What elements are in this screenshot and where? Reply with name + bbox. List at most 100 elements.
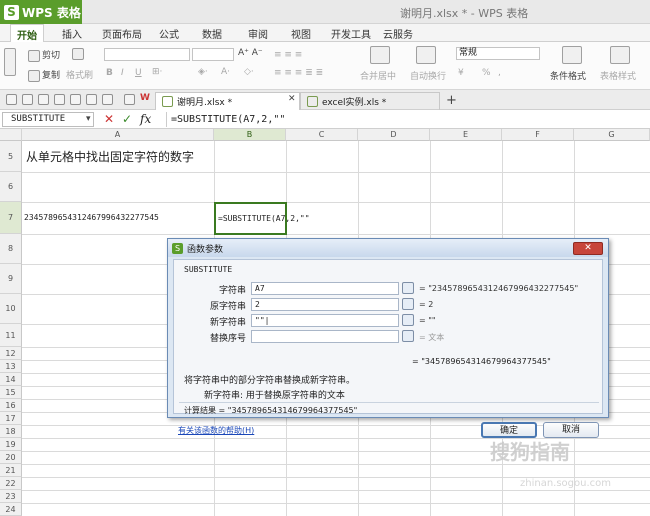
undo-icon[interactable]	[86, 94, 97, 105]
column-header[interactable]: G	[574, 129, 650, 141]
row-header[interactable]: 16	[0, 399, 22, 412]
conditional-format-button[interactable]: 条件格式	[550, 69, 586, 82]
tab-document-active[interactable]: 谢明月.xlsx *	[155, 92, 300, 110]
insert-function-button[interactable]: fx	[140, 112, 151, 126]
tab-home[interactable]: 开始	[10, 24, 44, 43]
row-header[interactable]: 11	[0, 324, 22, 347]
row-header[interactable]: 24	[0, 503, 22, 516]
range-picker-icon[interactable]	[402, 314, 414, 326]
column-header[interactable]: A	[22, 129, 214, 141]
name-box-dropdown-icon[interactable]: ▾	[86, 114, 91, 124]
cell-a5[interactable]: 从单元格中找出固定字符的数字	[26, 148, 194, 165]
function-help-link[interactable]: 有关该函数的帮助(H)	[178, 425, 254, 436]
font-family-select[interactable]	[104, 48, 190, 61]
formula-input[interactable]: =SUBSTITUTE(A7,2,""	[166, 112, 646, 127]
increase-font-icon[interactable]: A⁺ A⁻	[238, 48, 263, 58]
column-header[interactable]: F	[502, 129, 574, 141]
underline-button[interactable]: U	[135, 68, 142, 78]
tab-developer[interactable]: 开发工具	[331, 26, 371, 41]
row-header[interactable]: 18	[0, 425, 22, 438]
align-top-icon[interactable]: ≡ ≡ ≡	[274, 50, 302, 60]
row-header[interactable]: 5	[0, 141, 22, 172]
clear-format-icon[interactable]: ◇·	[244, 67, 254, 77]
arg-new-text-input[interactable]: ""|	[251, 314, 399, 327]
tab-formulas[interactable]: 公式	[159, 26, 179, 41]
calculation-result: 计算结果 = "345789654314679964377545"	[184, 406, 358, 415]
new-tab-icon[interactable]: +	[446, 93, 457, 108]
print-icon[interactable]	[54, 94, 65, 105]
app-menu-button[interactable]: S WPS 表格	[0, 0, 82, 24]
bold-button[interactable]: B	[106, 68, 113, 78]
tab-review[interactable]: 审阅	[248, 26, 268, 41]
row-header[interactable]: 8	[0, 234, 22, 264]
cut-button[interactable]: 剪切	[28, 48, 60, 62]
range-picker-icon[interactable]	[402, 282, 414, 294]
dialog-title-bar[interactable]: S 函数参数	[168, 239, 608, 257]
currency-button[interactable]: ¥	[458, 68, 464, 78]
table-style-icon[interactable]	[610, 46, 630, 64]
tab-data[interactable]: 数据	[202, 26, 222, 41]
tab-cloud[interactable]: 云服务	[383, 26, 413, 41]
tab-insert[interactable]: 插入	[62, 26, 82, 41]
row-header[interactable]: 12	[0, 347, 22, 360]
merge-center-button[interactable]: 合并居中	[360, 69, 396, 82]
cell-a7[interactable]: 2345789654312467996432277545	[24, 213, 159, 222]
paste-icon[interactable]	[4, 48, 16, 76]
font-color-icon[interactable]: A·	[221, 67, 230, 77]
fill-color-icon[interactable]: ◈·	[198, 67, 208, 77]
copy-button[interactable]: 复制	[28, 68, 60, 82]
row-header[interactable]: 19	[0, 438, 22, 451]
row-header[interactable]: 7	[0, 202, 22, 234]
redo-icon[interactable]	[102, 94, 113, 105]
column-header[interactable]: C	[286, 129, 358, 141]
row-header[interactable]: 15	[0, 386, 22, 399]
tab-page-layout[interactable]: 页面布局	[102, 26, 142, 41]
merge-center-icon[interactable]	[370, 46, 390, 64]
table-style-button[interactable]: 表格样式	[600, 69, 636, 82]
select-all-corner[interactable]	[0, 129, 22, 141]
arg-instance-num-input[interactable]	[251, 330, 399, 343]
cancel-formula-button[interactable]: ✕	[104, 112, 114, 126]
row-header[interactable]: 13	[0, 360, 22, 373]
row-header[interactable]: 14	[0, 373, 22, 386]
dialog-close-button[interactable]: ✕	[573, 242, 603, 255]
tab-view[interactable]: 视图	[291, 26, 311, 41]
comma-button[interactable]: ,	[498, 68, 501, 78]
wrap-text-button[interactable]: 自动换行	[410, 69, 446, 82]
save-icon[interactable]	[22, 94, 33, 105]
arg-old-text-input[interactable]: 2	[251, 298, 399, 311]
column-header[interactable]: D	[358, 129, 430, 141]
row-header[interactable]: 23	[0, 490, 22, 503]
column-header[interactable]: B	[214, 129, 286, 141]
range-picker-icon[interactable]	[402, 330, 414, 342]
row-header[interactable]: 20	[0, 451, 22, 464]
row-header[interactable]: 21	[0, 464, 22, 477]
tab-document[interactable]: excel实例.xls *	[300, 92, 440, 110]
number-format-select[interactable]: 常规	[456, 47, 540, 60]
conditional-format-icon[interactable]	[562, 46, 582, 64]
eraser-icon[interactable]	[72, 48, 86, 60]
align-left-icon[interactable]: ≡ ≡ ≡ ≣ ≣	[274, 68, 323, 78]
confirm-formula-button[interactable]: ✓	[122, 112, 132, 126]
format-painter-button[interactable]: 格式刷	[66, 68, 93, 81]
export-pdf-icon[interactable]	[38, 94, 49, 105]
range-picker-icon[interactable]	[402, 298, 414, 310]
row-header[interactable]: 6	[0, 172, 22, 202]
close-tab-icon[interactable]: ✕	[288, 94, 296, 104]
more-commands-icon[interactable]	[124, 94, 135, 105]
italic-button[interactable]: I	[121, 68, 124, 78]
cell-b7-active[interactable]: =SUBSTITUTE(A7,2,""	[214, 202, 310, 235]
row-header[interactable]: 22	[0, 477, 22, 490]
font-size-select[interactable]	[192, 48, 234, 61]
border-icon[interactable]: ⊞·	[152, 67, 162, 77]
open-icon[interactable]	[6, 94, 17, 105]
percent-button[interactable]: %	[482, 68, 491, 78]
row-header[interactable]: 9	[0, 264, 22, 294]
arg-text-input[interactable]: A7	[251, 282, 399, 295]
row-header[interactable]: 10	[0, 294, 22, 324]
print-preview-icon[interactable]	[70, 94, 81, 105]
name-box[interactable]: SUBSTITUTE	[2, 112, 94, 127]
wrap-text-icon[interactable]	[416, 46, 436, 64]
row-header[interactable]: 17	[0, 412, 22, 425]
column-header[interactable]: E	[430, 129, 502, 141]
